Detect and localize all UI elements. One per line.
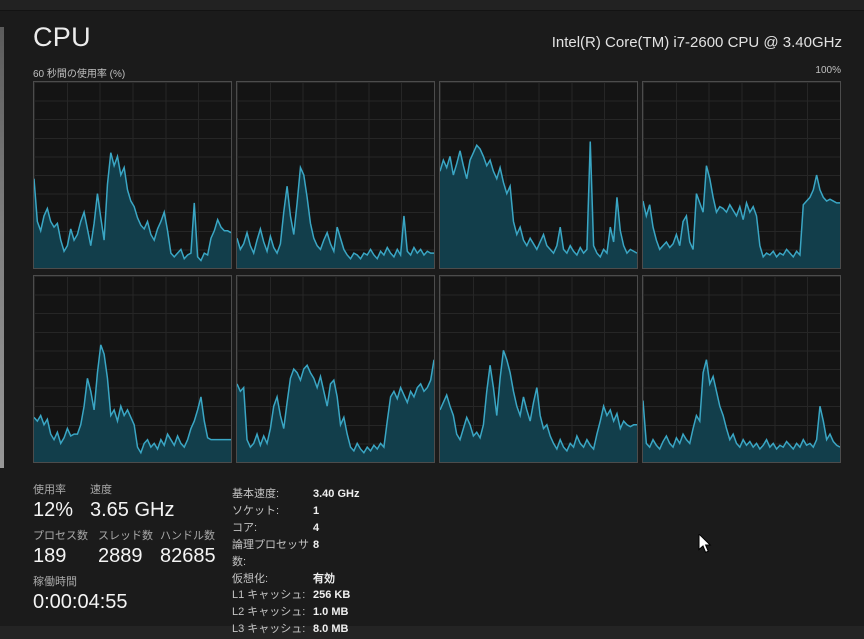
- stat-processes: プロセス数 189: [33, 529, 98, 569]
- graph-max-label: 100%: [815, 65, 841, 76]
- detail-sockets: ソケット: 1: [232, 503, 359, 520]
- detail-value: 有効: [313, 571, 335, 588]
- cpu-core-graph-5[interactable]: [236, 275, 435, 463]
- stat-utilization-label: 使用率: [33, 483, 90, 497]
- detail-base-speed: 基本速度: 3.40 GHz: [232, 486, 359, 503]
- detail-label: コア:: [232, 520, 313, 537]
- detail-logical-processors: 論理プロセッサ数: 8: [232, 537, 359, 571]
- cpu-core-graph-7[interactable]: [642, 275, 841, 463]
- graph-axis-label: 60 秒間の使用率 (%): [33, 65, 125, 80]
- cpu-core-graph-6[interactable]: [439, 275, 638, 463]
- window-top-edge: [0, 0, 864, 11]
- cpu-model-name: Intel(R) Core(TM) i7-2600 CPU @ 3.40GHz: [552, 34, 842, 51]
- cpu-core-graph-2[interactable]: [439, 81, 638, 269]
- detail-value: 3.40 GHz: [313, 486, 359, 503]
- detail-label: L3 キャッシュ:: [232, 621, 313, 638]
- detail-l1-cache: L1 キャッシュ: 256 KB: [232, 587, 359, 604]
- stat-handles: ハンドル数 82685: [160, 529, 216, 569]
- stat-threads: スレッド数 2889: [98, 529, 160, 569]
- stat-handles-value: 82685: [160, 543, 216, 569]
- window-bottom-edge: [0, 626, 864, 639]
- stat-threads-value: 2889: [98, 543, 160, 569]
- stat-threads-label: スレッド数: [98, 529, 160, 543]
- stat-uptime-value: 0:00:04:55: [33, 589, 128, 615]
- detail-label: ソケット:: [232, 503, 313, 520]
- detail-value: 1.0 MB: [313, 604, 348, 621]
- stat-handles-label: ハンドル数: [160, 529, 216, 543]
- stat-uptime-label: 稼働時間: [33, 575, 128, 589]
- detail-l3-cache: L3 キャッシュ: 8.0 MB: [232, 621, 359, 638]
- detail-l2-cache: L2 キャッシュ: 1.0 MB: [232, 604, 359, 621]
- cpu-core-graph-4[interactable]: [33, 275, 232, 463]
- sidebar-scrollbar[interactable]: [0, 27, 4, 468]
- detail-value: 1: [313, 503, 319, 520]
- detail-value: 4: [313, 520, 319, 537]
- cpu-graphs-grid: [33, 81, 841, 468]
- cpu-core-graph-0[interactable]: [33, 81, 232, 269]
- detail-virtualization: 仮想化: 有効: [232, 571, 359, 588]
- details-panel: 基本速度: 3.40 GHz ソケット: 1 コア: 4 論理プロセッサ数: 8…: [232, 486, 359, 638]
- stat-utilization-value: 12%: [33, 497, 90, 523]
- stat-processes-value: 189: [33, 543, 98, 569]
- page-title: CPU: [33, 22, 91, 53]
- detail-label: 論理プロセッサ数:: [232, 537, 313, 571]
- stat-speed: 速度 3.65 GHz: [90, 483, 174, 523]
- detail-label: 仮想化:: [232, 571, 313, 588]
- stat-speed-label: 速度: [90, 483, 174, 497]
- detail-label: 基本速度:: [232, 486, 313, 503]
- detail-value: 256 KB: [313, 587, 350, 604]
- cpu-core-graph-1[interactable]: [236, 81, 435, 269]
- stat-processes-label: プロセス数: [33, 529, 98, 543]
- mouse-cursor-icon: [698, 534, 712, 555]
- detail-value: 8: [313, 537, 319, 571]
- stat-uptime: 稼働時間 0:00:04:55: [33, 575, 128, 615]
- detail-label: L2 キャッシュ:: [232, 604, 313, 621]
- stat-utilization: 使用率 12%: [33, 483, 90, 523]
- stat-speed-value: 3.65 GHz: [90, 497, 174, 523]
- detail-value: 8.0 MB: [313, 621, 348, 638]
- detail-cores: コア: 4: [232, 520, 359, 537]
- cpu-core-graph-3[interactable]: [642, 81, 841, 269]
- stats-panel: 使用率 12% 速度 3.65 GHz プロセス数 189 スレッド数 2889…: [33, 483, 216, 621]
- detail-label: L1 キャッシュ:: [232, 587, 313, 604]
